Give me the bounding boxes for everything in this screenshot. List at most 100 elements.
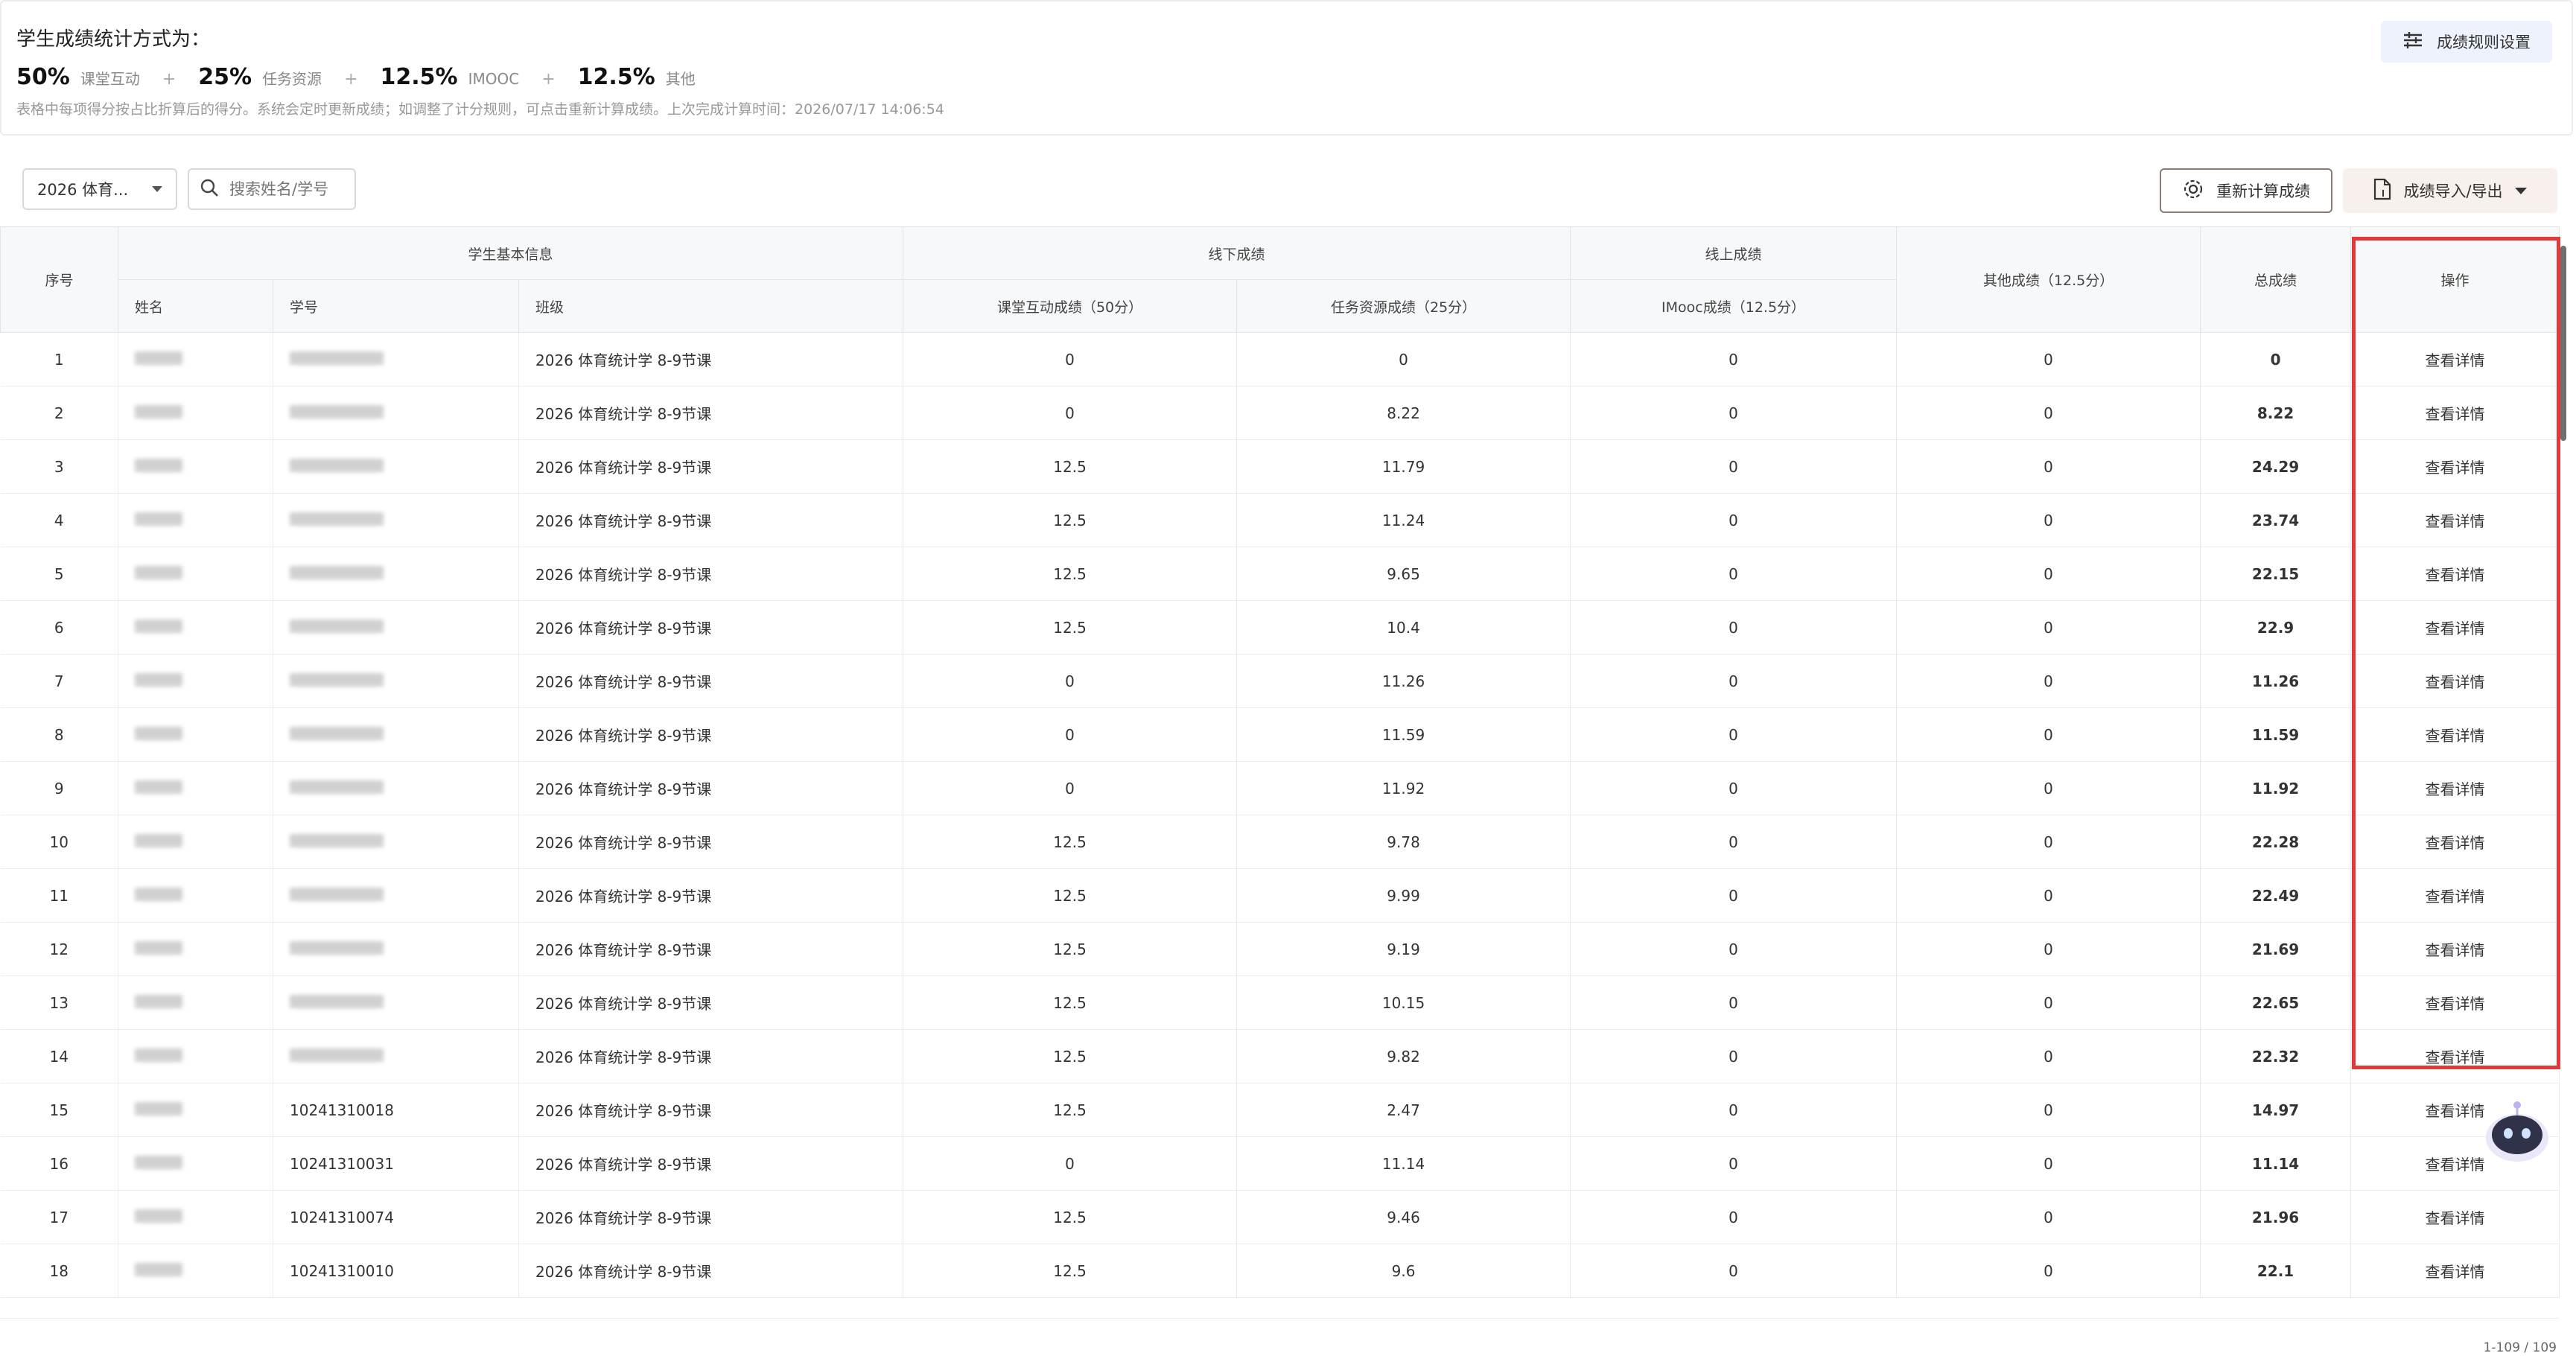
class-select[interactable]: 2026 体育... — [22, 168, 177, 210]
formula-pct: 50% — [16, 64, 70, 90]
table-body: 1 2026 体育统计学 8-9节课 0 0 0 0 0 查看详情 2 2026 体育统计学 8-… — [0, 332, 2560, 1298]
assistant-robot-icon[interactable] — [2478, 1095, 2556, 1166]
action-cell: 查看详情 — [2350, 1190, 2560, 1244]
redacted-student-name — [135, 351, 182, 365]
action-cell: 查看详情 — [2350, 654, 2560, 708]
grading-method-title: 学生成绩统计方式为： — [16, 28, 211, 51]
search-input[interactable] — [228, 179, 350, 199]
interaction-score-cell: 0 — [903, 386, 1238, 440]
student-id-cell — [273, 386, 519, 440]
header-other: 其他成绩（12.5分） — [1896, 226, 2201, 333]
row-index-cell: 18 — [0, 1244, 118, 1298]
row-index-cell: 12 — [0, 922, 118, 976]
total-score-cell: 22.15 — [2200, 547, 2352, 601]
header-task: 任务资源成绩（25分） — [1236, 279, 1571, 333]
interaction-score-cell: 12.5 — [903, 922, 1238, 976]
table-row: 4 2026 体育统计学 8-9节课 12.5 11.24 0 0 23.74 查看详情 — [0, 493, 2560, 547]
student-name-cell — [118, 1083, 273, 1137]
row-index-cell: 1 — [0, 332, 118, 386]
student-id-cell — [273, 868, 519, 923]
view-details-link[interactable]: 查看详情 — [2426, 780, 2485, 798]
table-row: 11 2026 体育统计学 8-9节课 12.5 9.99 0 0 22.49 查看详情 — [0, 868, 2560, 923]
table-row: 6 2026 体育统计学 8-9节课 12.5 10.4 0 0 22.9 查看详情 — [0, 600, 2560, 655]
task-score-cell: 9.65 — [1236, 547, 1571, 601]
redacted-student-name — [135, 887, 182, 901]
view-details-link[interactable]: 查看详情 — [2426, 1263, 2485, 1281]
imooc-score-cell: 0 — [1570, 386, 1898, 440]
view-details-link[interactable]: 查看详情 — [2426, 941, 2485, 959]
class-cell: 2026 体育统计学 8-9节课 — [518, 975, 904, 1030]
view-details-link[interactable]: 查看详情 — [2426, 566, 2485, 584]
total-score-cell: 11.92 — [2200, 761, 2352, 815]
interaction-score-cell: 12.5 — [903, 1190, 1238, 1244]
recalculate-scores-label: 重新计算成绩 — [2216, 182, 2310, 200]
task-score-cell: 9.82 — [1236, 1029, 1571, 1083]
redacted-student-id — [290, 726, 384, 740]
view-details-link[interactable]: 查看详情 — [2426, 1102, 2485, 1120]
table-row: 5 2026 体育统计学 8-9节课 12.5 9.65 0 0 22.15 查看详情 — [0, 547, 2560, 601]
total-score-cell: 22.28 — [2200, 815, 2352, 869]
header-offline: 线下成绩 — [903, 226, 1571, 280]
row-index-cell: 8 — [0, 707, 118, 762]
header-basic-info: 学生基本信息 — [117, 226, 904, 280]
total-score-cell: 14.97 — [2200, 1083, 2352, 1137]
imooc-score-cell: 0 — [1570, 1083, 1898, 1137]
view-details-link[interactable]: 查看详情 — [2426, 351, 2485, 369]
total-score-cell: 23.74 — [2200, 493, 2352, 547]
recalculate-scores-button[interactable]: 重新计算成绩 — [2160, 168, 2332, 213]
class-cell: 2026 体育统计学 8-9节课 — [518, 1190, 904, 1244]
view-details-link[interactable]: 查看详情 — [2426, 995, 2485, 1013]
view-details-link[interactable]: 查看详情 — [2426, 1209, 2485, 1227]
task-score-cell: 11.79 — [1236, 439, 1571, 494]
formula-label: IMOOC — [468, 70, 520, 88]
other-score-cell: 0 — [1896, 1136, 2201, 1191]
table-row: 15 10241310018 2026 体育统计学 8-9节课 12.5 2.47 0 0 1… — [0, 1083, 2560, 1137]
total-score-cell: 11.59 — [2200, 707, 2352, 762]
table-row: 7 2026 体育统计学 8-9节课 0 11.26 0 0 11.26 查看详情 — [0, 654, 2560, 708]
total-score-cell: 24.29 — [2200, 439, 2352, 494]
view-details-link[interactable]: 查看详情 — [2426, 888, 2485, 905]
redacted-student-name — [135, 1262, 182, 1276]
row-index-cell: 9 — [0, 761, 118, 815]
view-details-link[interactable]: 查看详情 — [2426, 512, 2485, 530]
view-details-link[interactable]: 查看详情 — [2426, 673, 2485, 691]
row-index-cell: 11 — [0, 868, 118, 923]
interaction-score-cell: 0 — [903, 1136, 1238, 1191]
formula-pct: 25% — [198, 64, 252, 90]
student-name-cell — [118, 654, 273, 708]
total-score-cell: 22.32 — [2200, 1029, 2352, 1083]
task-score-cell: 11.59 — [1236, 707, 1571, 762]
redacted-student-name — [135, 940, 182, 955]
redacted-student-id — [290, 458, 384, 472]
student-id-cell — [273, 975, 519, 1030]
action-cell: 查看详情 — [2350, 707, 2560, 762]
imooc-score-cell: 0 — [1570, 654, 1898, 708]
action-cell: 查看详情 — [2350, 600, 2560, 655]
row-index-cell: 16 — [0, 1136, 118, 1191]
view-details-link[interactable]: 查看详情 — [2426, 727, 2485, 745]
formula-pct: 12.5% — [577, 64, 655, 90]
view-details-link[interactable]: 查看详情 — [2426, 1156, 2485, 1174]
total-score-cell: 8.22 — [2200, 386, 2352, 440]
other-score-cell: 0 — [1896, 815, 2201, 869]
class-cell: 2026 体育统计学 8-9节课 — [518, 493, 904, 547]
other-score-cell: 0 — [1896, 1083, 2201, 1137]
class-cell: 2026 体育统计学 8-9节课 — [518, 1244, 904, 1298]
table-row: 16 10241310031 2026 体育统计学 8-9节课 0 11.14 0 0 11.… — [0, 1136, 2560, 1191]
total-score-cell: 22.1 — [2200, 1244, 2352, 1298]
table-toolbar: 2026 体育... 重新计算成绩 成绩导入/导出 — [0, 155, 2573, 223]
table-row: 2 2026 体育统计学 8-9节课 0 8.22 0 0 8.22 查看详情 — [0, 386, 2560, 440]
student-name-cell — [118, 332, 273, 386]
view-details-link[interactable]: 查看详情 — [2426, 620, 2485, 637]
action-cell: 查看详情 — [2350, 332, 2560, 386]
import-export-button[interactable]: 成绩导入/导出 — [2343, 168, 2557, 213]
view-details-link[interactable]: 查看详情 — [2426, 405, 2485, 423]
view-details-link[interactable]: 查看详情 — [2426, 459, 2485, 477]
vertical-scrollbar[interactable] — [2560, 246, 2566, 441]
view-details-link[interactable]: 查看详情 — [2426, 834, 2485, 852]
student-search[interactable] — [188, 168, 356, 210]
view-details-link[interactable]: 查看详情 — [2426, 1048, 2485, 1066]
redacted-student-name — [135, 1048, 182, 1062]
grading-rule-settings-button[interactable]: 成绩规则设置 — [2381, 21, 2552, 63]
class-cell: 2026 体育统计学 8-9节课 — [518, 332, 904, 386]
